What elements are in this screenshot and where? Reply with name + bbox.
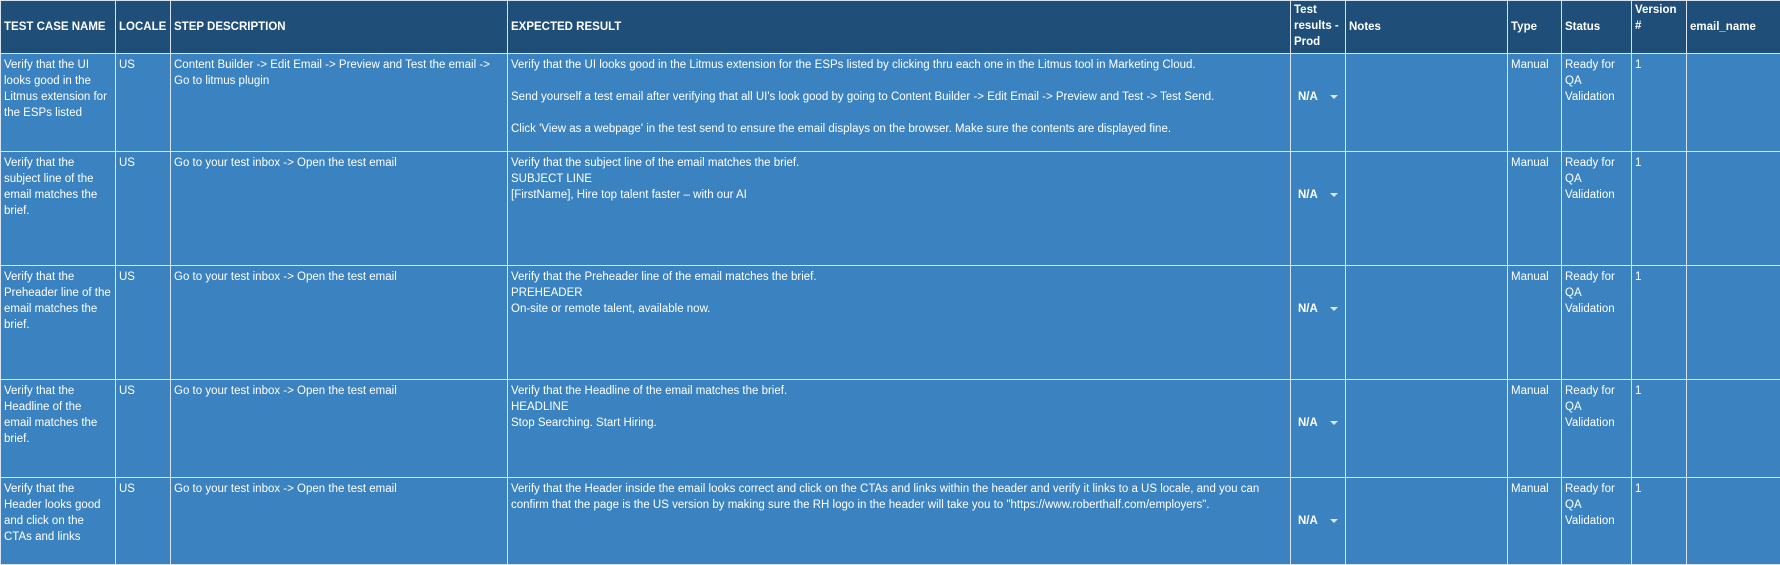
email-name-cell[interactable]: [1687, 478, 1780, 565]
email-name-cell[interactable]: [1687, 266, 1780, 380]
notes-cell[interactable]: [1346, 380, 1508, 478]
notes-cell[interactable]: [1346, 478, 1508, 565]
expected-result-cell[interactable]: Verify that the UI looks good in the Lit…: [508, 54, 1291, 152]
chevron-down-icon[interactable]: [1330, 95, 1338, 99]
table-row: Verify that the Headline of the email ma…: [1, 380, 1780, 478]
column-header-test-case-name[interactable]: TEST CASE NAME: [1, 1, 116, 54]
table-row: Verify that the subject line of the emai…: [1, 152, 1780, 266]
table-row: Verify that the UI looks good in the Lit…: [1, 54, 1780, 152]
test-results-value: N/A: [1298, 415, 1318, 431]
email-name-cell[interactable]: [1687, 152, 1780, 266]
test-results-value: N/A: [1298, 187, 1318, 203]
status-cell[interactable]: Ready for QA Validation: [1562, 152, 1632, 266]
chevron-down-icon[interactable]: [1330, 307, 1338, 311]
email-name-cell[interactable]: [1687, 54, 1780, 152]
type-cell[interactable]: Manual: [1508, 478, 1562, 565]
column-header-type[interactable]: Type: [1508, 1, 1562, 54]
test-case-name-cell[interactable]: Verify that the subject line of the emai…: [1, 152, 116, 266]
version-cell[interactable]: 1: [1632, 266, 1687, 380]
chevron-down-icon[interactable]: [1330, 421, 1338, 425]
version-cell[interactable]: 1: [1632, 478, 1687, 565]
notes-cell[interactable]: [1346, 152, 1508, 266]
test-results-dropdown[interactable]: N/A: [1291, 152, 1346, 266]
locale-cell[interactable]: US: [116, 54, 171, 152]
version-cell[interactable]: 1: [1632, 54, 1687, 152]
step-description-cell[interactable]: Go to your test inbox -> Open the test e…: [171, 380, 508, 478]
chevron-down-icon[interactable]: [1330, 519, 1338, 523]
step-description-cell[interactable]: Content Builder -> Edit Email -> Preview…: [171, 54, 508, 152]
test-results-value: N/A: [1298, 301, 1318, 317]
test-results-dropdown[interactable]: N/A: [1291, 266, 1346, 380]
status-cell[interactable]: Ready for QA Validation: [1562, 266, 1632, 380]
header-row: TEST CASE NAME LOCALE STEP DESCRIPTION E…: [1, 1, 1780, 54]
locale-cell[interactable]: US: [116, 266, 171, 380]
notes-cell[interactable]: [1346, 54, 1508, 152]
table-row: Verify that the Header looks good and cl…: [1, 478, 1780, 565]
test-case-name-cell[interactable]: Verify that the Headline of the email ma…: [1, 380, 116, 478]
test-case-name-cell[interactable]: Verify that the Preheader line of the em…: [1, 266, 116, 380]
type-cell[interactable]: Manual: [1508, 380, 1562, 478]
expected-result-cell[interactable]: Verify that the Headline of the email ma…: [508, 380, 1291, 478]
email-name-cell[interactable]: [1687, 380, 1780, 478]
column-header-locale[interactable]: LOCALE: [116, 1, 171, 54]
column-header-expected-result[interactable]: EXPECTED RESULT: [508, 1, 1291, 54]
step-description-cell[interactable]: Go to your test inbox -> Open the test e…: [171, 478, 508, 565]
test-results-dropdown[interactable]: N/A: [1291, 54, 1346, 152]
chevron-down-icon[interactable]: [1330, 193, 1338, 197]
type-cell[interactable]: Manual: [1508, 266, 1562, 380]
column-header-version[interactable]: Version #: [1632, 1, 1687, 54]
column-header-email-name[interactable]: email_name: [1687, 1, 1780, 54]
table-row: Verify that the Preheader line of the em…: [1, 266, 1780, 380]
version-cell[interactable]: 1: [1632, 152, 1687, 266]
column-header-step-description[interactable]: STEP DESCRIPTION: [171, 1, 508, 54]
locale-cell[interactable]: US: [116, 152, 171, 266]
status-cell[interactable]: Ready for QA Validation: [1562, 380, 1632, 478]
locale-cell[interactable]: US: [116, 478, 171, 565]
status-cell[interactable]: Ready for QA Validation: [1562, 54, 1632, 152]
expected-result-cell[interactable]: Verify that the subject line of the emai…: [508, 152, 1291, 266]
version-cell[interactable]: 1: [1632, 380, 1687, 478]
test-case-name-cell[interactable]: Verify that the Header looks good and cl…: [1, 478, 116, 565]
type-cell[interactable]: Manual: [1508, 54, 1562, 152]
locale-cell[interactable]: US: [116, 380, 171, 478]
column-header-test-results-prod[interactable]: Test results - Prod: [1291, 1, 1346, 54]
expected-result-cell[interactable]: Verify that the Header inside the email …: [508, 478, 1291, 565]
test-case-name-cell[interactable]: Verify that the UI looks good in the Lit…: [1, 54, 116, 152]
expected-result-cell[interactable]: Verify that the Preheader line of the em…: [508, 266, 1291, 380]
step-description-cell[interactable]: Go to your test inbox -> Open the test e…: [171, 266, 508, 380]
type-cell[interactable]: Manual: [1508, 152, 1562, 266]
test-results-value: N/A: [1298, 513, 1318, 529]
test-results-value: N/A: [1298, 89, 1318, 105]
column-header-status[interactable]: Status: [1562, 1, 1632, 54]
step-description-cell[interactable]: Go to your test inbox -> Open the test e…: [171, 152, 508, 266]
test-results-dropdown[interactable]: N/A: [1291, 478, 1346, 565]
status-cell[interactable]: Ready for QA Validation: [1562, 478, 1632, 565]
notes-cell[interactable]: [1346, 266, 1508, 380]
test-case-table: TEST CASE NAME LOCALE STEP DESCRIPTION E…: [0, 0, 1780, 565]
column-header-notes[interactable]: Notes: [1346, 1, 1508, 54]
test-results-dropdown[interactable]: N/A: [1291, 380, 1346, 478]
